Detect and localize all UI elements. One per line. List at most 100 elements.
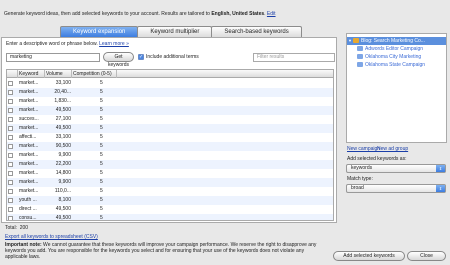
table-row[interactable]: consu... 49,500 5 [7, 214, 333, 221]
keyword-table: Keyword Volume Competition (0-5) market.… [6, 69, 334, 221]
add-as-select[interactable]: keywords ⇕ [346, 164, 446, 173]
keyword-expansion-panel: Enter a descriptive word or phrase below… [1, 37, 337, 223]
tree-root-label: Blog: Search Marketing Co... [361, 38, 425, 44]
volume-cell: 8,100 [58, 197, 71, 203]
keyword-cell: market... [19, 152, 39, 158]
include-terms-checkbox[interactable]: ✓ [138, 54, 144, 60]
campaign-tree: ▼ Blog: Search Marketing Co... Adwords Ed… [346, 33, 447, 143]
total-count: Total: 200 [5, 225, 28, 231]
match-type-label: Match type: [347, 176, 373, 182]
tree-item-campaign[interactable]: Oklahoma State Campaign [347, 61, 446, 69]
select-arrows-icon: ⇕ [436, 185, 445, 192]
competition-cell: 5 [100, 152, 103, 158]
keyword-cell: market... [19, 125, 39, 131]
tab-keyword-multiplier[interactable]: Keyword multiplier [137, 26, 213, 37]
volume-cell: 110,0... [54, 188, 71, 194]
table-row[interactable]: market... 110,0... 5 [7, 187, 333, 196]
row-checkbox[interactable] [8, 214, 17, 220]
table-row[interactable]: market... 1,830... 5 [7, 97, 333, 106]
tab-bar: Keyword expansion Keyword multiplier Sea… [60, 26, 302, 37]
competition-cell: 5 [100, 107, 103, 113]
tree-item-campaign[interactable]: Oklahoma City Marketing [347, 53, 446, 61]
competition-cell: 5 [100, 197, 103, 203]
keyword-input[interactable]: marketing [6, 53, 100, 62]
close-button[interactable]: Close [407, 251, 446, 261]
tree-item-campaign[interactable]: Adwords Editor Campaign [347, 45, 446, 53]
include-terms-label: Include additional terms [146, 54, 199, 60]
edit-link[interactable]: Edit [267, 11, 276, 17]
competition-cell: 5 [100, 206, 103, 212]
volume-cell: 49,500 [55, 206, 71, 212]
new-campaign-link[interactable]: New campaign [347, 146, 380, 152]
export-csv-link[interactable]: Export all keywords to spreadsheet (CSV) [5, 234, 98, 240]
table-row[interactable]: market... 9,900 5 [7, 178, 333, 187]
table-row[interactable]: market... 33,100 5 [7, 79, 333, 88]
table-row[interactable]: market... 20,40... 5 [7, 88, 333, 97]
volume-cell: 20,40... [54, 89, 71, 95]
add-selected-keywords-button[interactable]: Add selected keywords [333, 251, 405, 261]
volume-cell: 22,200 [55, 161, 71, 167]
volume-cell: 1,830... [54, 98, 71, 104]
keyword-cell: market... [19, 143, 39, 149]
volume-cell: 9,900 [58, 152, 71, 158]
volume-cell: 33,100 [55, 134, 71, 140]
competition-cell: 5 [100, 80, 103, 86]
get-keywords-button[interactable]: Get keywords [103, 52, 134, 68]
keyword-cell: market... [19, 80, 39, 86]
keyword-cell: market... [19, 107, 39, 113]
table-row[interactable]: market... 49,500 5 [7, 124, 333, 133]
keyword-cell: youth ... [19, 197, 37, 203]
keyword-cell: market... [19, 98, 39, 104]
volume-cell: 33,100 [55, 80, 71, 86]
competition-cell: 5 [100, 125, 103, 131]
tree-item-root[interactable]: ▼ Blog: Search Marketing Co... [347, 37, 446, 45]
table-row[interactable]: affecti... 33,100 5 [7, 133, 333, 142]
total-label: Total: [5, 225, 17, 231]
folder-icon [353, 38, 359, 43]
keyword-cell: market... [19, 188, 39, 194]
table-row[interactable]: direct ... 49,500 5 [7, 205, 333, 214]
volume-cell: 14,800 [55, 170, 71, 176]
table-row[interactable]: succes... 27,100 5 [7, 115, 333, 124]
competition-cell: 5 [100, 188, 103, 194]
new-ad-group-link[interactable]: New ad group [377, 146, 408, 152]
folder-icon [357, 54, 363, 59]
folder-icon [357, 62, 363, 67]
competition-cell: 5 [100, 98, 103, 104]
tree-item-label: Adwords Editor Campaign [365, 46, 424, 52]
volume-cell: 49,500 [55, 107, 71, 113]
learn-more-link[interactable]: Learn more » [99, 41, 129, 47]
table-row[interactable]: market... 14,800 5 [7, 169, 333, 178]
table-row[interactable]: youth ... 8,100 5 [7, 196, 333, 205]
competition-cell: 5 [100, 179, 103, 185]
add-as-label: Add selected keywords as: [347, 156, 407, 162]
volume-cell: 90,500 [55, 143, 71, 149]
match-type-select[interactable]: broad ⇕ [346, 184, 446, 193]
intro-after: . [264, 11, 266, 17]
volume-column-header[interactable]: Volume [45, 70, 72, 78]
competition-cell: 5 [100, 170, 103, 176]
competition-cell: 5 [100, 215, 103, 221]
important-note: Important note: We cannot guarantee that… [5, 242, 325, 260]
table-row[interactable]: market... 9,900 5 [7, 151, 333, 160]
keyword-cell: market... [19, 161, 39, 167]
table-row[interactable]: market... 22,200 5 [7, 160, 333, 169]
select-column-header[interactable] [7, 70, 18, 78]
competition-column-header[interactable]: Competition (0-5) [72, 70, 117, 78]
tab-keyword-expansion[interactable]: Keyword expansion [60, 26, 139, 37]
filter-results-input[interactable]: Filter results [253, 53, 335, 62]
tree-item-label: Oklahoma City Marketing [365, 54, 422, 60]
total-value: 200 [19, 225, 29, 231]
keyword-cell: consu... [19, 215, 37, 221]
competition-cell: 5 [100, 134, 103, 140]
keyword-column-header[interactable]: Keyword [18, 70, 45, 78]
tab-search-based-keywords[interactable]: Search-based keywords [211, 26, 302, 37]
keyword-cell: market... [19, 170, 39, 176]
keyword-cell: succes... [19, 116, 39, 122]
select-arrows-icon: ⇕ [436, 165, 445, 172]
folder-icon [357, 46, 363, 51]
table-row[interactable]: market... 90,500 5 [7, 142, 333, 151]
intro-text: Generate keyword ideas, then add selecte… [4, 11, 344, 17]
intro-before: Generate keyword ideas, then add selecte… [4, 11, 212, 17]
table-row[interactable]: market... 49,500 5 [7, 106, 333, 115]
